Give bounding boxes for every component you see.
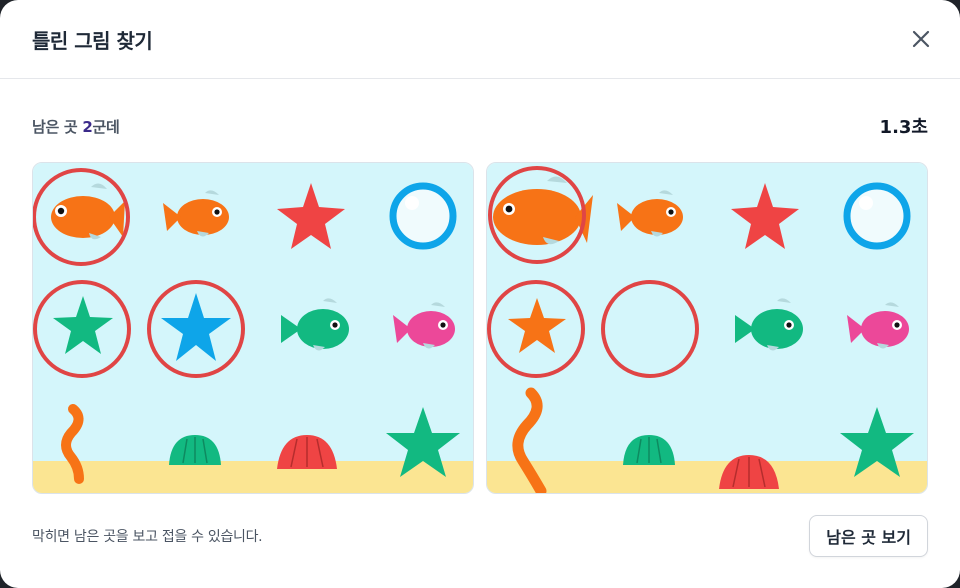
timer: 1.3초: [879, 117, 928, 138]
remaining-prefix: 남은 곳: [32, 117, 83, 136]
modal-footer: 막히면 남은 곳을 보고 접을 수 있습니다. 남은 곳 보기: [32, 514, 928, 558]
bubble-blue: [843, 182, 911, 250]
left-image-panel[interactable]: [32, 162, 474, 494]
status-row: 남은 곳 2군데 1.3초: [32, 113, 928, 139]
close-button[interactable]: [904, 22, 938, 56]
close-icon: [912, 30, 930, 48]
hint-text: 막히면 남은 곳을 보고 접을 수 있습니다.: [32, 529, 263, 545]
modal-title: 틀린 그림 찾기: [32, 28, 153, 53]
puzzle-modal: 틀린 그림 찾기 남은 곳 2군데 1.3초 막히면 남은 곳을 보고 접을 수…: [0, 0, 960, 588]
right-image-panel[interactable]: [486, 162, 928, 494]
modal-header: 틀린 그림 찾기: [0, 0, 960, 79]
remaining-differences: 남은 곳 2군데: [32, 116, 120, 137]
bubble-blue: [389, 182, 457, 250]
remaining-suffix: 군데: [92, 117, 120, 136]
remaining-count: 2: [82, 117, 93, 136]
reveal-remaining-button[interactable]: 남은 곳 보기: [809, 515, 928, 557]
